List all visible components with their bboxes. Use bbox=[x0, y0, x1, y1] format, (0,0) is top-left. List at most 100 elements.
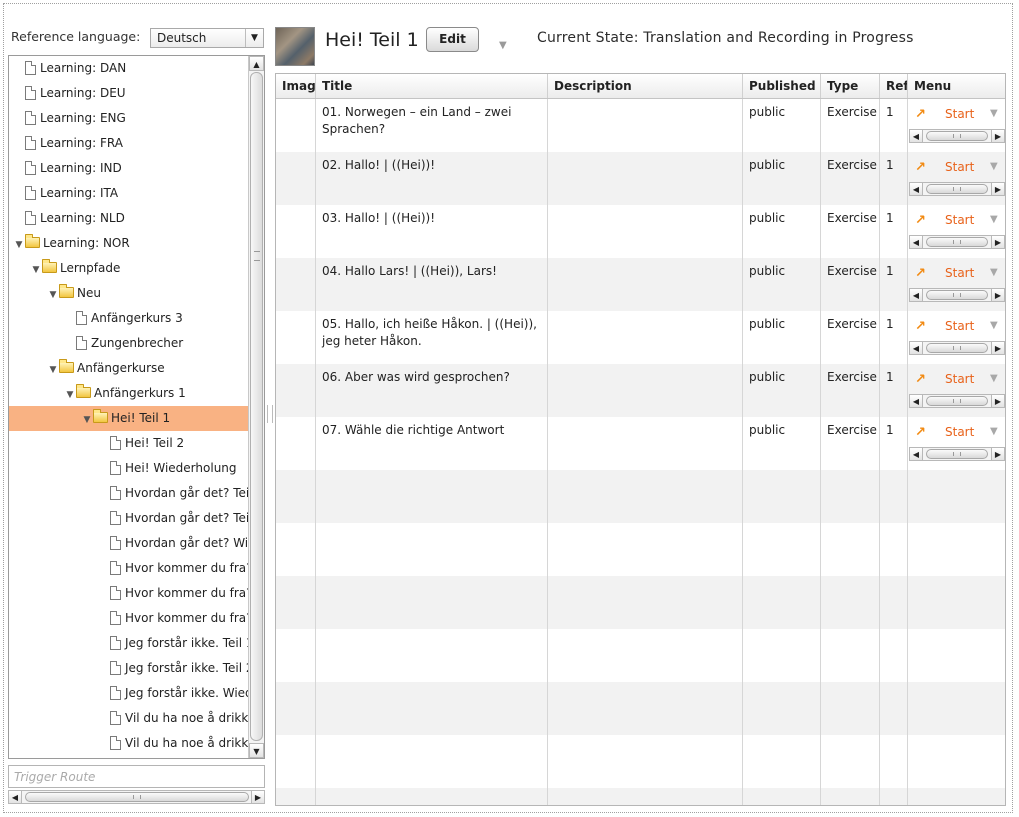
tree-document-item[interactable]: Hvordan går det? Teil 2 bbox=[9, 506, 249, 531]
column-header-ref[interactable]: Ref bbox=[880, 74, 908, 98]
scroll-right-arrow-icon[interactable]: ▶ bbox=[991, 235, 1005, 249]
grid-row[interactable]: 03. Hallo! | ((Hei))! public Exercise 1 ↗ Sta… bbox=[276, 205, 1005, 258]
menu-horizontal-scrollbar[interactable]: ◀ ▶ bbox=[909, 235, 1005, 249]
expand-triangle-icon[interactable]: ▼ bbox=[30, 258, 42, 281]
tree-horizontal-scrollbar[interactable]: ◀ ▶ bbox=[8, 790, 265, 804]
tree-folder-item[interactable]: ▼ Lernpfade bbox=[9, 256, 249, 281]
tree-folder-item[interactable]: ▼ Hei! Teil 1 bbox=[9, 406, 249, 431]
menu-horizontal-scrollbar[interactable]: ◀ ▶ bbox=[909, 129, 1005, 143]
expand-triangle-icon[interactable]: ▼ bbox=[64, 383, 76, 406]
scroll-thumb[interactable] bbox=[250, 72, 263, 741]
tree-document-item[interactable]: Anfängerkurs 3 bbox=[9, 306, 249, 331]
expand-triangle-icon[interactable]: ▼ bbox=[47, 358, 59, 381]
expand-triangle-icon[interactable]: ▼ bbox=[81, 408, 93, 431]
tree-folder-item[interactable]: ▼ Anfängerkurse bbox=[9, 356, 249, 381]
menu-dropdown-chevron-icon[interactable]: ▼ bbox=[990, 108, 998, 119]
scroll-down-arrow-icon[interactable]: ▼ bbox=[249, 743, 264, 758]
scroll-thumb[interactable] bbox=[926, 396, 988, 406]
tree-document-item[interactable]: Jeg forstår ikke. Wiederholung bbox=[9, 681, 249, 706]
column-header-menu[interactable]: Menu bbox=[908, 74, 1005, 98]
column-header-image[interactable]: Image bbox=[276, 74, 316, 98]
grid-row[interactable]: 06. Aber was wird gesprochen? public Exerc… bbox=[276, 364, 1005, 417]
menu-dropdown-chevron-icon[interactable]: ▼ bbox=[990, 161, 998, 172]
start-menu-button[interactable]: ↗ Start ▼ bbox=[909, 265, 1005, 283]
trigger-route-input[interactable]: Trigger Route bbox=[8, 765, 265, 788]
start-menu-button[interactable]: ↗ Start ▼ bbox=[909, 424, 1005, 442]
scroll-left-arrow-icon[interactable]: ◀ bbox=[909, 447, 923, 461]
scroll-right-arrow-icon[interactable]: ▶ bbox=[991, 394, 1005, 408]
reference-language-select[interactable]: Deutsch ▼ bbox=[150, 28, 264, 48]
menu-dropdown-chevron-icon[interactable]: ▼ bbox=[990, 267, 998, 278]
menu-horizontal-scrollbar[interactable]: ◀ ▶ bbox=[909, 341, 1005, 355]
scroll-thumb[interactable] bbox=[926, 131, 988, 141]
menu-horizontal-scrollbar[interactable]: ◀ ▶ bbox=[909, 394, 1005, 408]
tree-document-item[interactable]: Hvor kommer du fra? Teil 1 bbox=[9, 556, 249, 581]
expand-triangle-icon[interactable]: ▼ bbox=[13, 233, 25, 256]
tree-document-item[interactable]: Learning: NLD bbox=[9, 206, 249, 231]
scroll-right-arrow-icon[interactable]: ▶ bbox=[991, 129, 1005, 143]
scroll-left-arrow-icon[interactable]: ◀ bbox=[909, 129, 923, 143]
tree-document-item[interactable]: Vil du ha noe å drikke? bbox=[9, 731, 249, 756]
tree-document-item[interactable]: Learning: DEU bbox=[9, 81, 249, 106]
scroll-right-arrow-icon[interactable]: ▶ bbox=[251, 790, 265, 804]
start-menu-button[interactable]: ↗ Start ▼ bbox=[909, 159, 1005, 177]
scroll-left-arrow-icon[interactable]: ◀ bbox=[909, 288, 923, 302]
scroll-thumb[interactable] bbox=[25, 792, 249, 802]
tree-document-item[interactable]: Jeg forstår ikke. Teil 1 bbox=[9, 631, 249, 656]
column-header-type[interactable]: Type bbox=[821, 74, 880, 98]
grid-row[interactable]: 02. Hallo! | ((Hei))! public Exercise 1 ↗ Sta… bbox=[276, 152, 1005, 205]
tree-vertical-scrollbar[interactable]: ▲ ▼ bbox=[248, 56, 264, 758]
tree-document-item[interactable]: Zungenbrecher bbox=[9, 331, 249, 356]
tree-document-item[interactable]: Hvor kommer du fra? Teil 2 bbox=[9, 581, 249, 606]
grid-row[interactable]: 01. Norwegen – ein Land – zwei Sprachen?… bbox=[276, 99, 1005, 152]
scroll-right-arrow-icon[interactable]: ▶ bbox=[991, 341, 1005, 355]
scroll-left-arrow-icon[interactable]: ◀ bbox=[909, 341, 923, 355]
column-header-published[interactable]: Published bbox=[743, 74, 821, 98]
tree-document-item[interactable]: Hvordan går det? Teil 1 bbox=[9, 481, 249, 506]
course-tree[interactable]: Learning: DAN Learning: DEU Learning: ENG L… bbox=[8, 55, 265, 759]
menu-horizontal-scrollbar[interactable]: ◀ ▶ bbox=[909, 288, 1005, 302]
chevron-down-icon[interactable]: ▼ bbox=[245, 29, 263, 47]
tree-document-item[interactable]: Learning: FRA bbox=[9, 131, 249, 156]
tree-document-item[interactable]: Jeg forstår ikke. Teil 2 bbox=[9, 656, 249, 681]
scroll-left-arrow-icon[interactable]: ◀ bbox=[909, 394, 923, 408]
scroll-left-arrow-icon[interactable]: ◀ bbox=[909, 182, 923, 196]
column-header-title[interactable]: Title bbox=[316, 74, 548, 98]
edit-dropdown-chevron-icon[interactable]: ▼ bbox=[499, 40, 507, 51]
tree-folder-item[interactable]: ▼ Neu bbox=[9, 281, 249, 306]
column-header-description[interactable]: Description bbox=[548, 74, 743, 98]
menu-dropdown-chevron-icon[interactable]: ▼ bbox=[990, 426, 998, 437]
tree-document-item[interactable]: Vil du ha noe å drikke? bbox=[9, 706, 249, 731]
menu-dropdown-chevron-icon[interactable]: ▼ bbox=[990, 373, 998, 384]
tree-folder-item[interactable]: ▼ Anfängerkurs 1 bbox=[9, 381, 249, 406]
tree-folder-item[interactable]: ▼ Learning: NOR bbox=[9, 231, 249, 256]
tree-document-item[interactable]: Hei! Teil 2 bbox=[9, 431, 249, 456]
tree-document-item[interactable]: Hvor kommer du fra? Wiederholung bbox=[9, 606, 249, 631]
expand-triangle-icon[interactable]: ▼ bbox=[47, 283, 59, 306]
start-menu-button[interactable]: ↗ Start ▼ bbox=[909, 371, 1005, 389]
menu-dropdown-chevron-icon[interactable]: ▼ bbox=[990, 214, 998, 225]
tree-document-item[interactable]: Learning: ITA bbox=[9, 181, 249, 206]
grid-row[interactable]: 04. Hallo Lars! | ((Hei)), Lars! public Ex… bbox=[276, 258, 1005, 311]
start-menu-button[interactable]: ↗ Start ▼ bbox=[909, 106, 1005, 124]
tree-document-item[interactable]: Hei! Wiederholung bbox=[9, 456, 249, 481]
panel-splitter[interactable] bbox=[267, 405, 273, 423]
tree-document-item[interactable]: Learning: IND bbox=[9, 156, 249, 181]
tree-document-item[interactable]: Hvordan går det? Wiederholung bbox=[9, 531, 249, 556]
scroll-thumb[interactable] bbox=[926, 343, 988, 353]
scroll-up-arrow-icon[interactable]: ▲ bbox=[249, 56, 264, 71]
tree-document-item[interactable]: Learning: DAN bbox=[9, 56, 249, 81]
scroll-left-arrow-icon[interactable]: ◀ bbox=[8, 790, 22, 804]
scroll-right-arrow-icon[interactable]: ▶ bbox=[991, 447, 1005, 461]
scroll-thumb[interactable] bbox=[926, 449, 988, 459]
grid-row[interactable]: 05. Hallo, ich heiße Håkon. | ((Hei)), j… bbox=[276, 311, 1005, 364]
scroll-left-arrow-icon[interactable]: ◀ bbox=[909, 235, 923, 249]
menu-dropdown-chevron-icon[interactable]: ▼ bbox=[990, 320, 998, 331]
tree-document-item[interactable]: Learning: ENG bbox=[9, 106, 249, 131]
start-menu-button[interactable]: ↗ Start ▼ bbox=[909, 212, 1005, 230]
menu-horizontal-scrollbar[interactable]: ◀ ▶ bbox=[909, 182, 1005, 196]
scroll-right-arrow-icon[interactable]: ▶ bbox=[991, 182, 1005, 196]
scroll-thumb[interactable] bbox=[926, 184, 988, 194]
scroll-thumb[interactable] bbox=[926, 290, 988, 300]
grid-row[interactable]: 07. Wähle die richtige Antwort public Exer… bbox=[276, 417, 1005, 470]
